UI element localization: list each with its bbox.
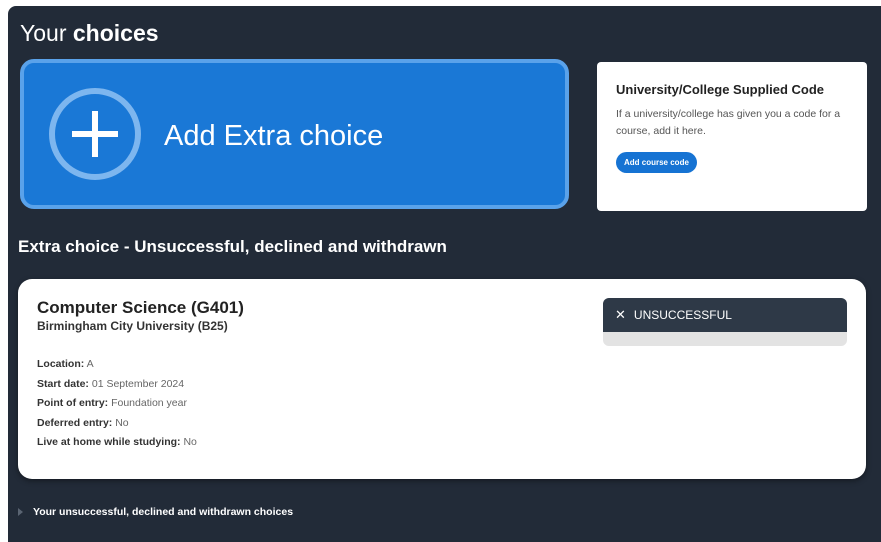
status-badge: ✕ UNSUCCESSFUL [603,298,847,332]
detail-start-date: Start date: 01 September 2024 [37,375,197,395]
status-label: UNSUCCESSFUL [633,308,732,322]
detail-value: No [115,416,129,429]
supplied-code-title: University/College Supplied Code [616,82,825,97]
supplied-code-description: If a university/college has given you a … [616,108,841,137]
supplied-code-card: University/College Supplied Code If a un… [597,62,867,211]
choices-panel: Your choices Add Extra choice University… [8,6,881,542]
detail-deferred-entry: Deferred entry: No [37,414,197,434]
page-title: Your choices [20,20,159,46]
unsuccessful-choices-label: Your unsuccessful, declined and withdraw… [33,506,294,518]
add-extra-choice-label: Add Extra choice [164,120,384,152]
detail-label: Location: [37,358,85,370]
plus-circle-icon [49,88,141,180]
add-course-code-button[interactable]: Add course code [616,152,697,173]
status-container: ✕ UNSUCCESSFUL [603,298,847,346]
detail-label: Deferred entry: [37,416,113,429]
university-name: Birmingham City University (B25) [37,319,228,333]
detail-value: Foundation year [111,397,187,409]
detail-value: 01 September 2024 [91,377,185,390]
detail-label: Start date: [37,377,89,390]
detail-label: Point of entry: [37,397,109,409]
detail-value: A [86,358,94,370]
triangle-right-icon [18,508,23,516]
detail-value: No [183,436,197,448]
page-title-bold: choices [72,20,159,46]
section-title: Extra choice - Unsuccessful, declined an… [18,237,447,256]
close-icon: ✕ [615,307,626,322]
detail-label: Live at home while studying: [37,436,181,448]
course-title: Computer Science (G401) [37,298,244,317]
detail-point-of-entry: Point of entry: Foundation year [37,394,197,414]
choice-card: Computer Science (G401) Birmingham City … [18,279,866,479]
choice-details: Location: A Start date: 01 September 202… [37,355,197,453]
unsuccessful-choices-toggle[interactable]: Your unsuccessful, declined and withdraw… [18,506,293,518]
add-extra-choice-button[interactable]: Add Extra choice [20,59,569,209]
detail-location: Location: A [37,355,197,375]
detail-live-at-home: Live at home while studying: No [37,433,197,453]
page-title-prefix: Your [20,20,67,46]
